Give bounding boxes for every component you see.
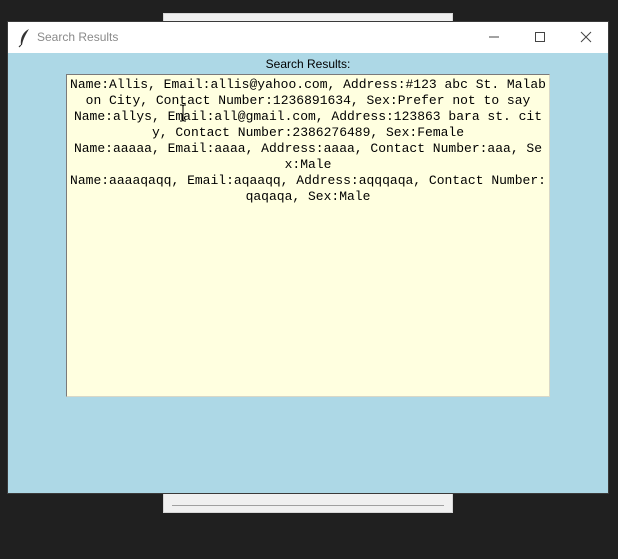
search-results-label: Search Results:: [265, 57, 351, 71]
maximize-icon: [534, 28, 546, 47]
result-entry: Name:Allis, Email:allis@yahoo.com, Addre…: [70, 77, 546, 108]
background-window-divider: [172, 505, 444, 506]
text-cursor-icon: [178, 104, 188, 122]
result-entry: Name:aaaaqaqq, Email:aqaaqq, Address:aqq…: [70, 173, 546, 204]
close-icon: [580, 28, 592, 47]
window-titlebar[interactable]: Search Results: [8, 22, 608, 53]
window-title: Search Results: [37, 30, 119, 44]
tk-feather-icon: [17, 28, 33, 48]
result-entry: Name:aaaaa, Email:aaaa, Address:aaaa, Co…: [73, 141, 543, 172]
minimize-button[interactable]: [471, 22, 517, 53]
close-button[interactable]: [563, 22, 609, 53]
minimize-icon: [488, 28, 500, 47]
search-results-textbox[interactable]: Name:Allis, Email:allis@yahoo.com, Addre…: [66, 74, 550, 397]
result-entry: Name:allys, Email:all@gmail.com, Address…: [73, 109, 543, 140]
search-results-window: Search Results Search Results: Name:Alli…: [8, 22, 608, 493]
maximize-button[interactable]: [517, 22, 563, 53]
